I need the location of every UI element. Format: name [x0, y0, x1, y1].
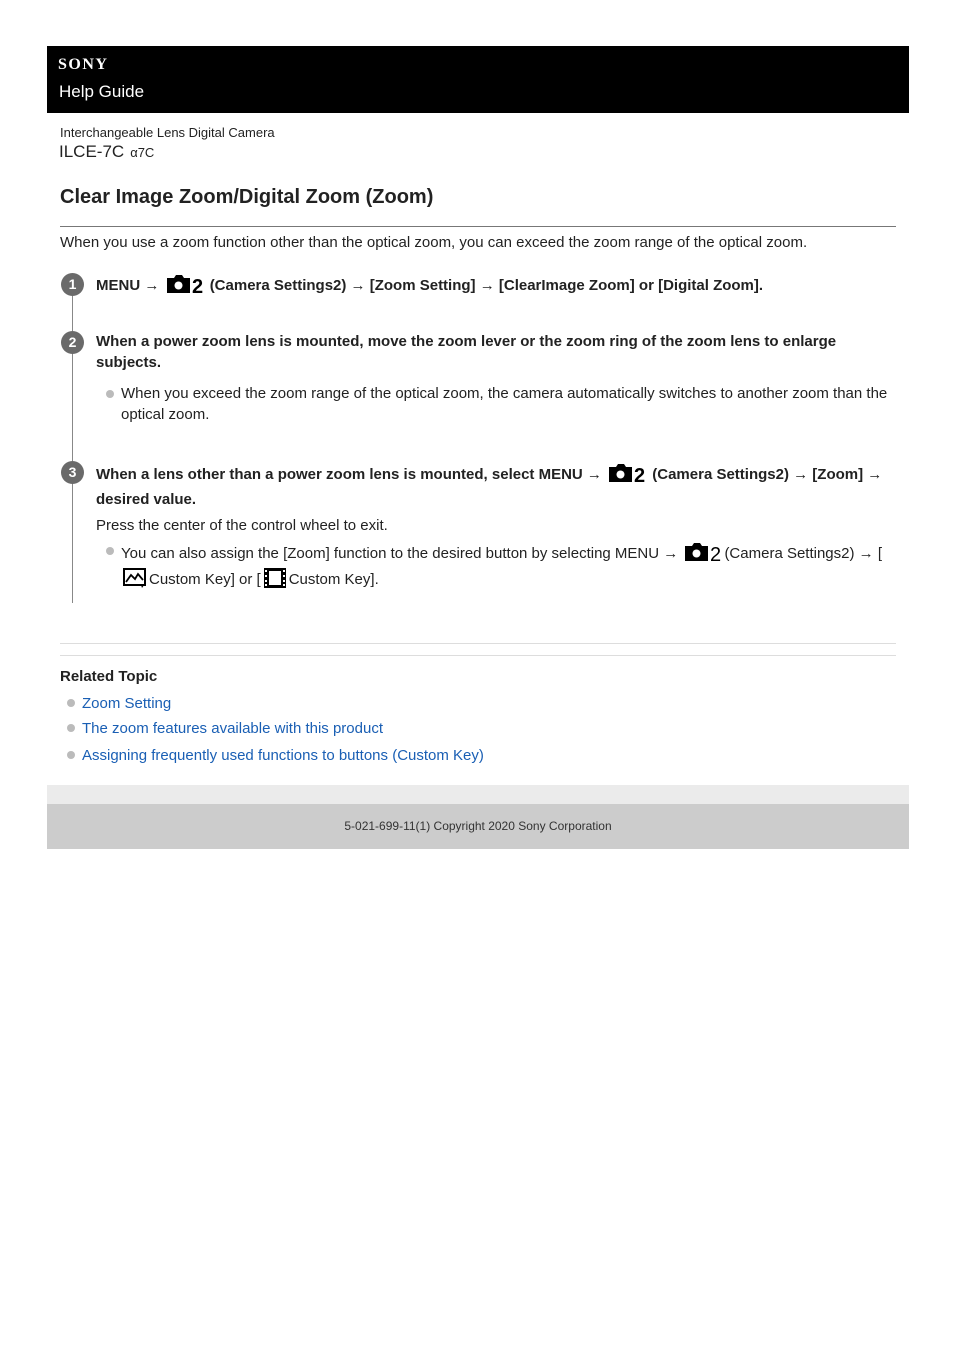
step-3-text-start: When a lens other than a power zoom lens… — [96, 466, 602, 483]
bullet-dot — [106, 390, 114, 398]
still-image-icon — [123, 568, 147, 594]
title-divider — [60, 226, 896, 227]
related-link-item: Assigning frequently used functions to b… — [67, 747, 484, 764]
divider — [60, 643, 896, 644]
related-topic-title: Related Topic — [60, 668, 158, 685]
footer: 5-021-699-11(1) Copyright 2020 Sony Corp… — [47, 804, 909, 849]
related-link-zoom-features[interactable]: The zoom features available with this pr… — [82, 720, 383, 737]
intro-text: When you use a zoom function other than … — [60, 234, 808, 251]
step-3-bullet: You can also assign the [Zoom] function … — [106, 540, 896, 594]
related-link-item: Zoom Setting — [67, 695, 171, 712]
bullet-text-part2: (Camera Settings2) → [ — [724, 545, 882, 562]
camera-settings2-icon: 2 — [684, 540, 722, 568]
svg-text:2: 2 — [634, 465, 645, 483]
product-type: Interchangeable Lens Digital Camera — [60, 125, 275, 140]
copyright-text: 5-021-699-11(1) Copyright 2020 Sony Corp… — [344, 819, 612, 833]
bullet-text-part3: Custom Key] or [ — [149, 571, 261, 588]
bullet-dot — [67, 699, 75, 707]
svg-text:2: 2 — [710, 544, 721, 562]
divider — [60, 655, 896, 656]
header-bar: SONY Help Guide — [47, 46, 909, 113]
step-2-bullet: When you exceed the zoom range of the op… — [106, 383, 896, 425]
bullet-dot — [67, 751, 75, 759]
related-link-custom-key[interactable]: Assigning frequently used functions to b… — [82, 747, 484, 764]
movie-icon — [263, 568, 287, 594]
step-number-2: 2 — [61, 331, 84, 354]
step-number-3: 3 — [61, 461, 84, 484]
bullet-text-part1: You can also assign the [Zoom] function … — [121, 545, 679, 562]
related-link-zoom-setting[interactable]: Zoom Setting — [82, 695, 171, 712]
step-1-text: MENU → 2 (Camera Settings2) → [Zoom Sett… — [96, 272, 896, 300]
camera-settings2-icon: 2 — [608, 461, 646, 489]
model-name: ILCE-7C — [59, 142, 125, 161]
bullet-text-part4: Custom Key]. — [288, 571, 379, 588]
step-1-text-start: MENU → — [96, 277, 160, 294]
page-title: Clear Image Zoom/Digital Zoom (Zoom) — [60, 186, 434, 208]
svg-text:2: 2 — [192, 276, 203, 294]
product-model: ILCE-7C α7C — [59, 142, 154, 162]
sony-logo: SONY — [58, 56, 109, 73]
related-link-item: The zoom features available with this pr… — [67, 720, 383, 737]
step-1-text-end: (Camera Settings2) → [Zoom Setting] → [C… — [209, 277, 764, 294]
footer-band — [47, 785, 909, 804]
bullet-dot — [106, 547, 114, 555]
help-guide-label: Help Guide — [59, 82, 145, 101]
step-3-body: Press the center of the control wheel to… — [96, 517, 388, 534]
bullet-text: You can also assign the [Zoom] function … — [121, 540, 896, 594]
bullet-dot — [67, 724, 75, 732]
step-3-text: When a lens other than a power zoom lens… — [96, 461, 896, 510]
bullet-text: When you exceed the zoom range of the op… — [121, 385, 888, 423]
model-alias: α7C — [130, 145, 155, 160]
camera-settings2-icon: 2 — [166, 272, 204, 300]
step-number-1: 1 — [61, 273, 84, 296]
step-2-text: When a power zoom lens is mounted, move … — [96, 333, 837, 371]
